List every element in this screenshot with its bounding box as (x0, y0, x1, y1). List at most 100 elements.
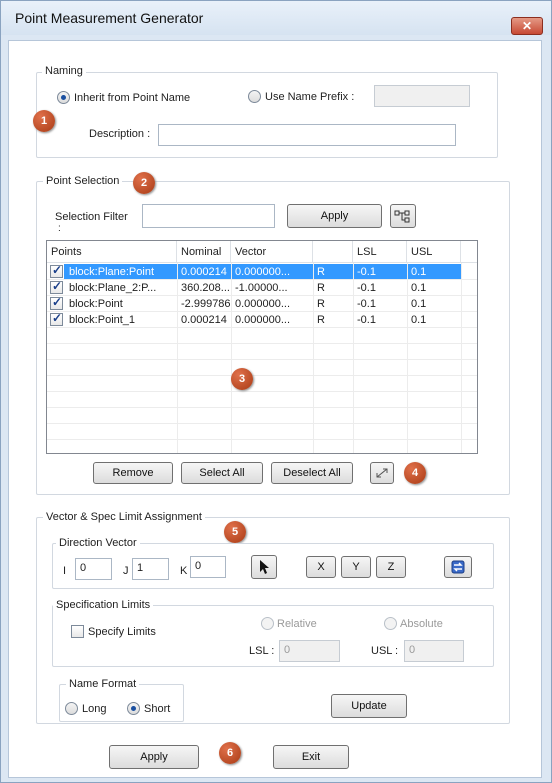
grid-column-line (407, 263, 408, 453)
name-prefix-radio[interactable] (248, 90, 261, 103)
pick-vector-button[interactable] (251, 555, 277, 579)
column-header-lsl[interactable]: LSL (353, 241, 407, 263)
grid-row-line (47, 407, 477, 408)
flip-vector-button[interactable] (444, 556, 472, 578)
table-row[interactable]: block:Plane_2:P... 360.208... -1.00000... R… (47, 279, 477, 296)
remove-button[interactable]: Remove (93, 462, 173, 484)
absolute-label[interactable]: Absolute (400, 618, 443, 630)
name-format-label: Name Format (66, 678, 140, 690)
relative-label[interactable]: Relative (277, 618, 317, 630)
table-cell: 0.000000... (235, 266, 291, 278)
callout-badge-2: 2 (133, 172, 155, 194)
filter-apply-button[interactable]: Apply (287, 204, 382, 228)
table-cell: -0.1 (357, 266, 376, 278)
i-component-input[interactable]: 0 (75, 558, 112, 580)
exit-button[interactable]: Exit (273, 745, 349, 769)
update-button[interactable]: Update (331, 694, 407, 718)
filter-select-button[interactable] (390, 204, 416, 228)
grid-row-line (47, 439, 477, 440)
name-prefix-input[interactable] (374, 85, 470, 107)
table-cell: -2.999786 (181, 298, 231, 310)
point-selection-label: Point Selection (43, 175, 123, 187)
table-cell: 0.1 (411, 298, 427, 310)
grid-column-line (313, 263, 314, 453)
points-table[interactable]: Points Nominal Vector LSL USL block:Plan… (46, 240, 478, 454)
short-format-radio[interactable] (127, 702, 140, 715)
table-cell: R (317, 314, 325, 326)
grid-row-line (47, 295, 477, 296)
i-component-label: I (63, 565, 67, 577)
selection-filter-input[interactable] (142, 204, 275, 228)
usl-input[interactable]: 0 (404, 640, 464, 662)
table-row[interactable]: block:Point -2.999786 0.000000... R -0.1 0.1 (47, 295, 477, 312)
lsl-label: LSL : (249, 645, 275, 657)
callout-badge-6: 6 (219, 742, 241, 764)
table-cell: -0.1 (357, 298, 376, 310)
table-cell: 0.000000... (235, 314, 291, 326)
table-cell: block:Point (69, 298, 123, 310)
table-cell: -0.1 (357, 282, 376, 294)
direction-vector-label: Direction Vector (56, 537, 140, 549)
row-checkbox[interactable] (50, 263, 63, 278)
column-header-usl[interactable]: USL (407, 241, 461, 263)
table-row[interactable]: block:Point_1 0.000214 0.000000... R -0.1 0.1 (47, 311, 477, 328)
grid-row-line (47, 343, 477, 344)
grid-row-line (47, 391, 477, 392)
inherit-name-label[interactable]: Inherit from Point Name (74, 92, 190, 104)
column-header-points[interactable]: Points (47, 241, 177, 263)
deselect-all-button[interactable]: Deselect All (271, 462, 353, 484)
description-input[interactable] (158, 124, 456, 146)
table-cell: block:Point_1 (69, 314, 136, 326)
title-bar[interactable]: Point Measurement Generator ✕ (1, 1, 551, 35)
specify-limits-label[interactable]: Specify Limits (88, 626, 156, 638)
inherit-name-radio[interactable] (57, 91, 70, 104)
callout-badge-5: 5 (224, 521, 246, 543)
callout-badge-4: 4 (404, 462, 426, 484)
long-format-label[interactable]: Long (82, 703, 106, 715)
k-component-input[interactable]: 0 (190, 556, 226, 578)
table-row[interactable]: block:Plane:Point 0.000214 0.000000... R -0.… (47, 263, 477, 280)
column-header-type[interactable] (313, 241, 353, 263)
assignment-group-label: Vector & Spec Limit Assignment (43, 511, 205, 523)
table-cell: -0.1 (357, 314, 376, 326)
table-cell: 0.1 (411, 266, 427, 278)
row-checkbox[interactable] (50, 311, 63, 326)
grid-row-line (47, 375, 477, 376)
usl-label: USL : (371, 645, 399, 657)
grid-column-line (177, 263, 178, 453)
y-axis-button[interactable]: Y (341, 556, 371, 578)
select-all-button[interactable]: Select All (181, 462, 263, 484)
grid-column-line (353, 263, 354, 453)
close-icon[interactable]: ✕ (522, 19, 532, 33)
row-checkbox[interactable] (50, 279, 63, 294)
z-axis-button[interactable]: Z (376, 556, 406, 578)
j-component-input[interactable]: 1 (132, 558, 169, 580)
window-title: Point Measurement Generator (15, 10, 204, 26)
x-axis-button[interactable]: X (306, 556, 336, 578)
grid-column-line (231, 263, 232, 453)
short-format-label[interactable]: Short (144, 703, 170, 715)
close-button[interactable]: ✕ (511, 17, 543, 35)
callout-badge-3: 3 (231, 368, 253, 390)
long-format-radio[interactable] (65, 702, 78, 715)
filter-select-icon (394, 210, 410, 223)
table-cell: 0.1 (411, 314, 427, 326)
grid-column-line (461, 263, 462, 453)
column-header-filler (461, 241, 477, 263)
grid-row-line (47, 423, 477, 424)
row-checkbox[interactable] (50, 295, 63, 310)
absolute-radio[interactable] (384, 617, 397, 630)
expand-table-button[interactable] (370, 462, 394, 484)
column-header-vector[interactable]: Vector (231, 241, 313, 263)
table-cell: 0.000000... (235, 298, 291, 310)
selection-filter-colon: : (58, 223, 61, 234)
table-cell: R (317, 298, 325, 310)
lsl-input[interactable]: 0 (279, 640, 340, 662)
specify-limits-checkbox[interactable] (71, 625, 84, 638)
column-header-nominal[interactable]: Nominal (177, 241, 231, 263)
relative-radio[interactable] (261, 617, 274, 630)
name-prefix-label[interactable]: Use Name Prefix : (265, 91, 354, 103)
apply-button[interactable]: Apply (109, 745, 199, 769)
j-component-label: J (123, 565, 129, 577)
spec-limits-label: Specification Limits (53, 599, 154, 611)
